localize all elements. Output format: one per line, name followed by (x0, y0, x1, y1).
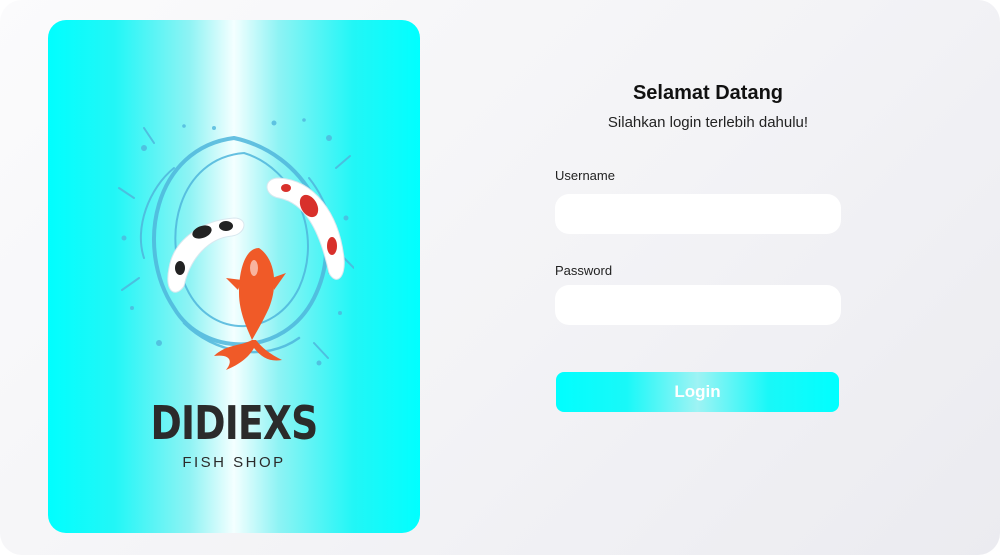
username-label: Username (555, 168, 615, 183)
page-title: Selamat Datang (632, 82, 784, 104)
brand-panel: DIDIEXS FISH SHOP (48, 20, 420, 533)
password-label: Password (555, 263, 613, 278)
username-input[interactable] (555, 194, 841, 234)
password-input[interactable] (555, 285, 841, 325)
login-page: DIDIEXS FISH SHOP Selamat Datang Silahka… (0, 0, 1000, 555)
brand-tagline: FISH SHOP (182, 454, 286, 471)
brand-name: DIDIEXS (150, 396, 319, 450)
login-button[interactable]: Login (556, 372, 839, 412)
koi-fish-splash-icon (118, 118, 354, 370)
page-subtitle: Silahkan login terlebih dahulu! (607, 114, 809, 131)
